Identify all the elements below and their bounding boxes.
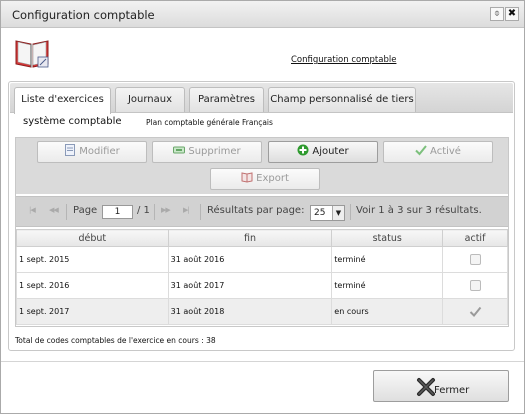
supprimer-button[interactable]: Supprimer [152, 141, 262, 163]
total-codes: Total de codes comptables de l'exercice … [15, 336, 216, 345]
footer-divider [1, 361, 524, 362]
chevron-down-icon: ▼ [332, 206, 344, 220]
actif-checkbox[interactable] [469, 254, 481, 265]
tab-journaux[interactable]: Journaux [115, 87, 185, 112]
grid-toolbar: Modifier Supprimer Ajouter Activé Export [16, 138, 508, 194]
table-row[interactable]: 1 sept. 2017 31 août 2018 en cours [16, 298, 508, 325]
tab-liste-exercices[interactable]: Liste d'exercices [14, 87, 111, 114]
cell-fin: 31 août 2018 [167, 298, 333, 325]
cell-debut: 1 sept. 2016 [16, 272, 169, 299]
export-button[interactable]: Export [210, 168, 320, 190]
checked-icon[interactable] [469, 305, 482, 318]
cell-debut: 1 sept. 2017 [16, 298, 169, 325]
next-page-icon[interactable]: ▶▶ [161, 206, 171, 214]
cell-fin: 31 août 2017 [167, 272, 333, 299]
export-icon [241, 172, 253, 183]
remove-icon [173, 146, 186, 154]
tab-champ-personnalise[interactable]: Champ personnalisé de tiers [268, 87, 416, 112]
system-label: système comptable [23, 116, 122, 127]
fermer-label: Fermer [434, 385, 470, 396]
check-icon [415, 145, 427, 156]
page-label: Page [73, 205, 98, 216]
activer-button[interactable]: Activé [383, 141, 493, 163]
close-x-icon [417, 378, 435, 396]
fermer-button[interactable]: Fermer [373, 370, 509, 402]
cell-actif [442, 272, 508, 299]
column-header-debut[interactable]: début [16, 229, 169, 247]
column-header-fin[interactable]: fin [167, 229, 333, 247]
pager-separator [200, 204, 201, 220]
cell-status: en cours [331, 298, 444, 325]
exercise-table: début fin status actif 1 sept. 2015 31 a… [16, 229, 508, 325]
last-page-icon[interactable]: ▶| [183, 206, 190, 214]
cell-debut: 1 sept. 2015 [16, 246, 169, 273]
per-page-value: 25 [314, 208, 326, 218]
cell-fin: 31 août 2016 [167, 246, 333, 273]
accounting-book-icon [15, 40, 49, 68]
cell-actif [442, 246, 508, 273]
pager-separator [66, 204, 67, 220]
add-icon [297, 144, 309, 156]
table-header-row: début fin status actif [16, 229, 508, 247]
results-summary: Voir 1 à 3 sur 3 résultats. [356, 205, 482, 216]
column-header-status[interactable]: status [331, 229, 444, 247]
exercise-grid: Modifier Supprimer Ajouter Activé Export… [15, 137, 509, 327]
per-page-label: Résultats par page: [207, 205, 305, 216]
export-label: Export [256, 173, 289, 184]
activer-label: Activé [430, 146, 461, 157]
config-link[interactable]: Configuration comptable [291, 55, 396, 65]
dialog-titlebar[interactable]: Configuration comptable ⌽ ✖ [1, 1, 524, 28]
per-page-select[interactable]: 25 ▼ [310, 205, 345, 221]
configuration-dialog: Configuration comptable ⌽ ✖ Configuratio… [0, 0, 525, 414]
pin-icon[interactable]: ⌽ [490, 7, 504, 21]
cell-status: terminé [331, 272, 444, 299]
tab-parametres[interactable]: Paramètres [189, 87, 264, 112]
modifier-label: Modifier [79, 146, 120, 157]
supprimer-label: Supprimer [188, 146, 241, 157]
first-page-icon[interactable]: |◀ [29, 206, 36, 214]
pager-separator [154, 204, 155, 220]
dialog-title: Configuration comptable [12, 8, 155, 22]
cell-status: terminé [331, 246, 444, 273]
table-row[interactable]: 1 sept. 2015 31 août 2016 terminé [16, 246, 508, 273]
pager-separator [350, 204, 351, 220]
system-value: Plan comptable générale Français [146, 118, 273, 127]
ajouter-button[interactable]: Ajouter [268, 141, 378, 163]
tab-panel: Liste d'exercices Journaux Paramètres Ch… [8, 81, 515, 351]
column-header-actif[interactable]: actif [442, 229, 508, 247]
pagination-bar: |◀ ◀◀ Page 1 / 1 ▶▶ ▶| Résultats par pag… [16, 196, 508, 227]
ajouter-label: Ajouter [312, 146, 349, 157]
page-count: / 1 [137, 205, 150, 216]
prev-page-icon[interactable]: ◀◀ [49, 206, 59, 214]
tab-bar: Liste d'exercices Journaux Paramètres Ch… [10, 83, 513, 114]
edit-icon [65, 144, 76, 156]
page-input[interactable]: 1 [102, 205, 133, 219]
modifier-button[interactable]: Modifier [37, 141, 147, 163]
actif-checkbox[interactable] [469, 280, 481, 291]
cell-actif [442, 298, 508, 325]
close-icon[interactable]: ✖ [505, 7, 519, 21]
table-row[interactable]: 1 sept. 2016 31 août 2017 terminé [16, 272, 508, 299]
